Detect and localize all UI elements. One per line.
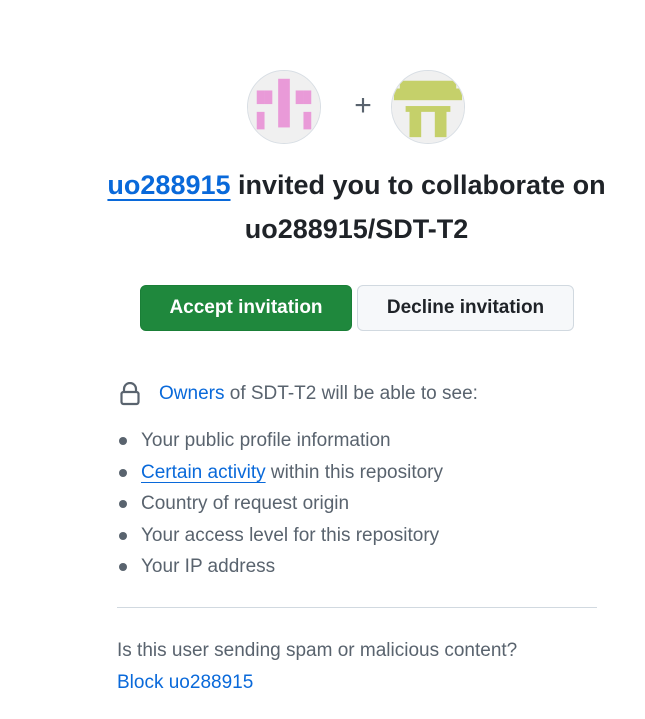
list-item: Your IP address [117, 551, 443, 583]
spam-question: Is this user sending spam or malicious c… [117, 640, 518, 661]
invitee-avatar [391, 70, 465, 144]
accept-invitation-button[interactable]: Accept invitation [140, 285, 352, 331]
visibility-list: Your public profile information Certain … [117, 425, 443, 583]
bullet-icon [119, 563, 127, 571]
list-item: Your access level for this repository [117, 520, 443, 552]
list-item: Country of request origin [117, 488, 443, 520]
bullet-icon [119, 468, 127, 477]
avatar-group: + [0, 70, 645, 146]
inviter-avatar[interactable] [247, 70, 321, 144]
divider [117, 607, 597, 608]
decline-invitation-button[interactable]: Decline invitation [357, 285, 574, 331]
invite-text: invited you to collaborate on [238, 170, 606, 200]
list-item: Your public profile information [117, 425, 443, 457]
plus-icon: + [354, 89, 372, 122]
repository-name: uo288915/SDT-T2 [244, 214, 469, 244]
invitee-identicon [392, 71, 464, 143]
owners-link[interactable]: Owners [159, 383, 224, 404]
certain-activity-link[interactable]: Certain activity [141, 462, 266, 483]
bullet-icon [119, 437, 127, 445]
block-user-link[interactable]: Block uo288915 [117, 669, 253, 697]
invitation-heading: uo288915 invited you to collaborate on u… [40, 163, 645, 251]
inviter-link[interactable]: uo288915 [107, 170, 230, 200]
bullet-icon [119, 500, 127, 508]
inviter-identicon [248, 71, 320, 143]
owners-text: of SDT-T2 will be able to see: [229, 383, 478, 404]
list-item: Certain activity within this repository [117, 457, 443, 489]
lock-icon [120, 382, 140, 406]
bullet-icon [119, 531, 127, 540]
